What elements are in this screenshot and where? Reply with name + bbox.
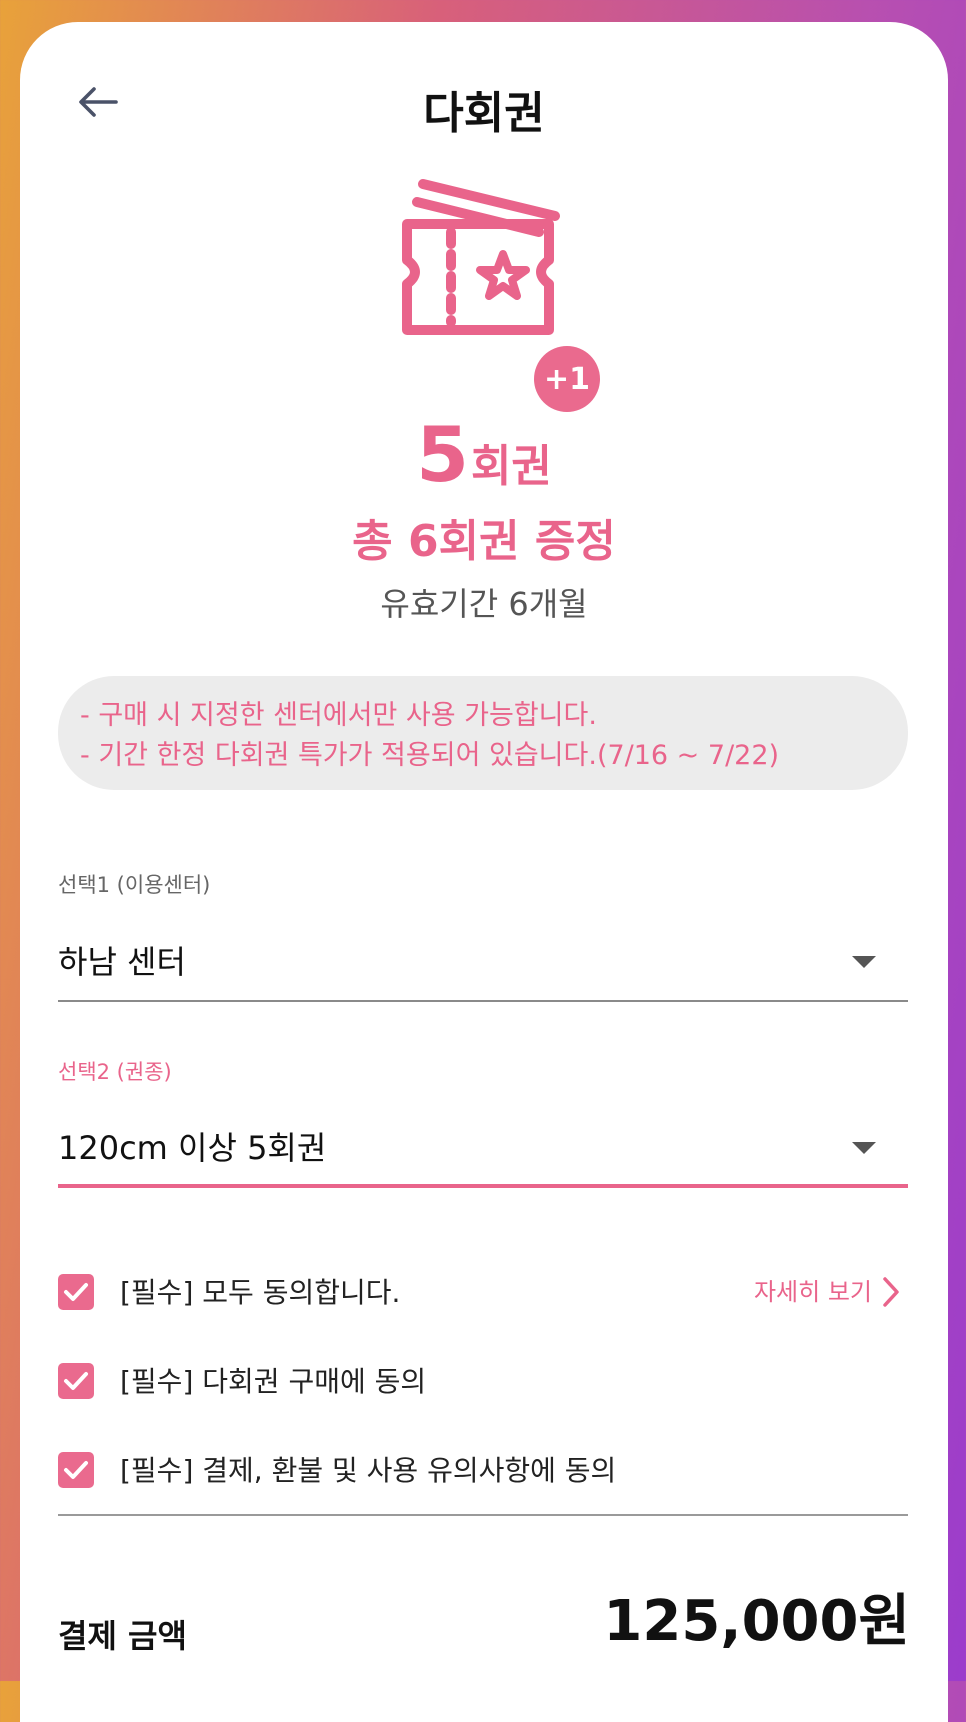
select1-label: 선택1 (이용센터)	[58, 873, 211, 897]
agree-all-row: [필수] 모두 동의합니다. 자세히 보기	[58, 1270, 908, 1320]
agree-refund-checkbox[interactable]	[58, 1452, 94, 1488]
ticket-count-number: 5	[416, 410, 469, 499]
notice-box: - 구매 시 지정한 센터에서만 사용 가능합니다. - 기간 한정 다회권 특…	[58, 676, 908, 790]
validity-text: 유효기간 6개월	[380, 585, 588, 623]
ticket-type-select[interactable]: 120cm 이상 5회권	[58, 1120, 908, 1188]
agree-purchase-label: [필수] 다회권 구매에 동의	[120, 1365, 427, 1398]
payment-label: 결제 금액	[58, 1617, 187, 1655]
checkmark-icon	[64, 1372, 88, 1390]
payment-amount: 125,000원	[603, 1589, 910, 1654]
page-sheet: 다회권 +1 5회권 총 6회권 증정 유효기간 6개월 - 구매 시 지정한 …	[20, 22, 948, 1722]
agree-purchase-checkbox[interactable]	[58, 1363, 94, 1399]
select2-label: 선택2 (권종)	[58, 1060, 172, 1084]
notice-line: - 구매 시 지정한 센터에서만 사용 가능합니다.	[80, 700, 597, 731]
bonus-text: 총 6회권 증정	[352, 516, 616, 567]
ticket-type-select-value: 120cm 이상 5회권	[58, 1129, 327, 1167]
agree-all-checkbox[interactable]	[58, 1274, 94, 1310]
checkmark-icon	[64, 1283, 88, 1301]
ticket-icon	[402, 179, 560, 335]
agree-purchase-row: [필수] 다회권 구매에 동의	[58, 1359, 908, 1409]
ticket-count-unit: 회권	[470, 441, 552, 492]
agree-refund-label: [필수] 결제, 환불 및 사용 유의사항에 동의	[120, 1454, 617, 1487]
center-select[interactable]: 하남 센터	[58, 934, 908, 1002]
chevron-right-icon	[883, 1277, 899, 1307]
ticket-count: 5회권	[20, 410, 948, 521]
divider	[58, 1514, 908, 1516]
bonus-badge: +1	[534, 346, 600, 412]
dropdown-arrow-icon	[852, 1142, 876, 1154]
agree-refund-row: [필수] 결제, 환불 및 사용 유의사항에 동의	[58, 1448, 908, 1498]
dropdown-arrow-icon	[852, 956, 876, 968]
checkmark-icon	[64, 1461, 88, 1479]
view-details-label: 자세히 보기	[753, 1278, 872, 1306]
agree-all-label: [필수] 모두 동의합니다.	[120, 1276, 401, 1309]
view-details-link[interactable]: 자세히 보기	[754, 1270, 900, 1314]
page-title: 다회권	[423, 88, 545, 139]
notice-line: - 기간 한정 다회권 특가가 적용되어 있습니다.(7/16 ~ 7/22)	[80, 740, 780, 771]
center-select-value: 하남 센터	[58, 943, 186, 981]
